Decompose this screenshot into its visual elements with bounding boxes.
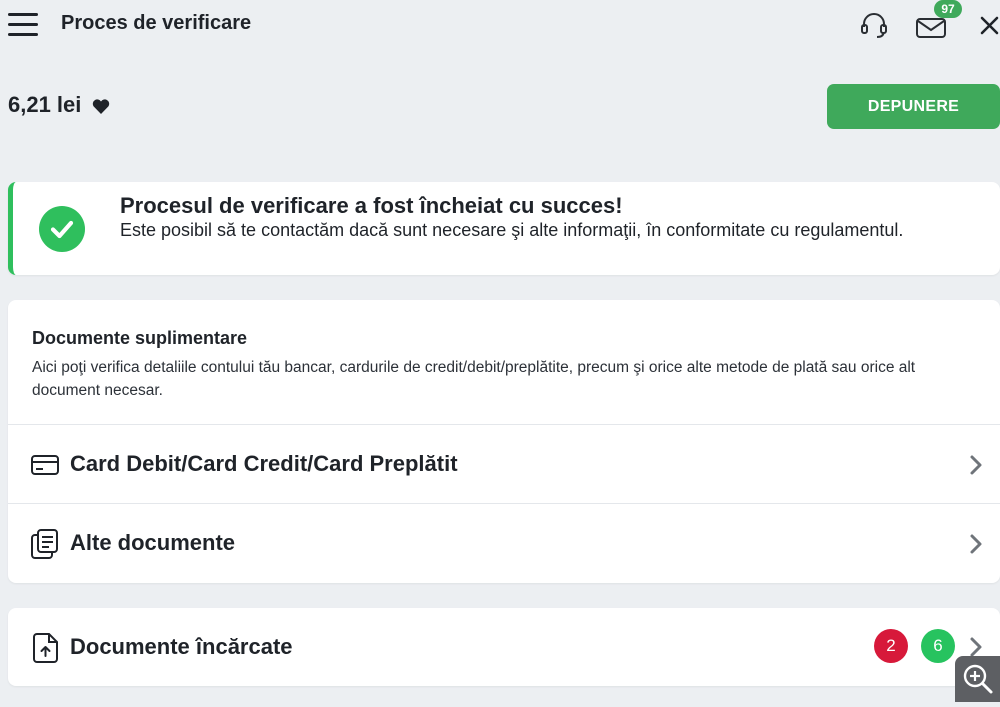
zoom-in-icon[interactable] [955, 656, 1000, 702]
verification-success-card: Procesul de verificare a fost încheiat c… [8, 182, 1000, 275]
file-upload-icon [32, 632, 62, 663]
balance-selector[interactable]: 6,21 lei [8, 92, 111, 118]
chevron-right-icon [968, 453, 984, 477]
card-documents-row[interactable]: Card Debit/Card Credit/Card Preplătit [8, 424, 1000, 503]
additional-documents-card: Documente suplimentare Aici poţi verific… [8, 300, 1000, 583]
approved-count-badge: 6 [921, 629, 955, 663]
success-message: Este posibil să te contactăm dacă sunt n… [120, 220, 904, 240]
uploaded-documents-row[interactable]: Documente încărcate 2 6 [8, 608, 1000, 686]
balance-amount: 6,21 lei [8, 92, 82, 117]
row-label: Card Debit/Card Credit/Card Preplătit [70, 451, 458, 476]
section-title: Documente suplimentare [32, 328, 248, 348]
other-documents-row[interactable]: Alte documente [8, 503, 1000, 582]
check-circle-icon [39, 206, 85, 252]
success-title: Procesul de verificare a fost încheiat c… [120, 193, 623, 218]
top-bar: Proces de verificare 97 [0, 0, 1000, 50]
deposit-button[interactable]: DEPUNERE [827, 84, 1000, 129]
documents-icon [30, 528, 60, 559]
row-label: Alte documente [70, 530, 236, 555]
chevron-right-icon [968, 532, 984, 556]
menu-icon[interactable] [8, 12, 38, 38]
support-headset-icon[interactable] [859, 10, 889, 40]
page-title: Proces de verificare [61, 12, 252, 34]
heart-icon [91, 96, 111, 114]
mail-count-badge: 97 [934, 0, 962, 18]
close-icon[interactable] [976, 10, 1000, 40]
rejected-count-badge: 2 [874, 629, 908, 663]
section-description: Aici poţi verifica detaliile contului tă… [32, 359, 916, 399]
row-label: Documente încărcate [70, 634, 293, 659]
credit-card-icon [30, 450, 60, 480]
